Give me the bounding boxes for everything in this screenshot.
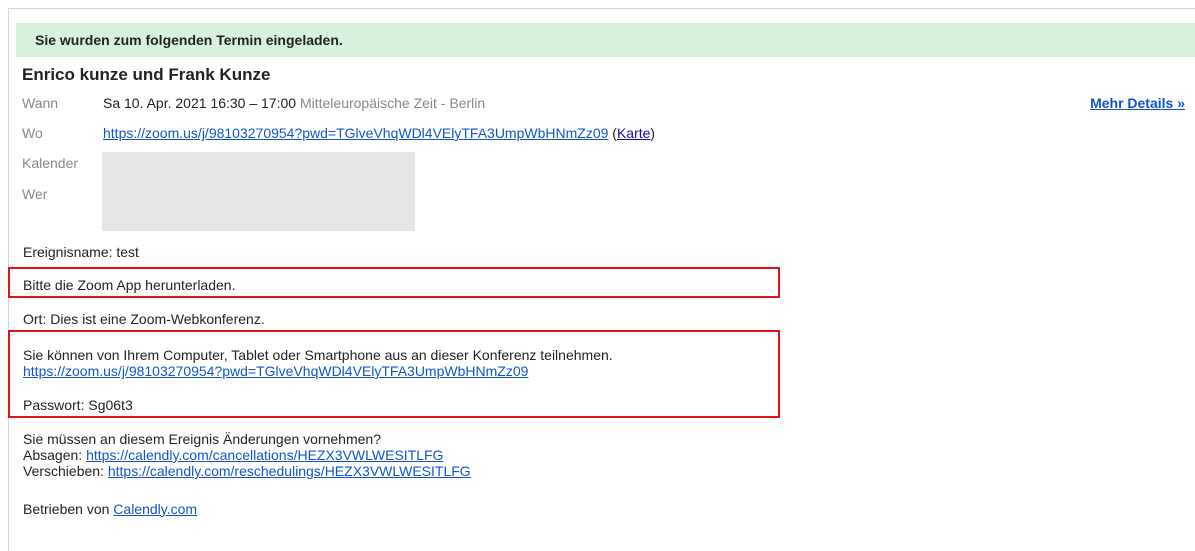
event-name-line: Ereignisname: test [23, 244, 139, 260]
join-text: Sie können von Ihrem Computer, Tablet od… [23, 347, 613, 363]
where-zoom-link[interactable]: https://zoom.us/j/98103270954?pwd=TGlveV… [103, 125, 608, 141]
powered-by-line: Betrieben von Calendly.com [23, 501, 197, 517]
cancel-link[interactable]: https://calendly.com/cancellations/HEZX3… [86, 447, 443, 463]
map-link[interactable]: Karte [617, 125, 650, 141]
redacted-area [102, 152, 415, 231]
reschedule-label: Verschieben: [23, 463, 108, 479]
join-link-line: https://zoom.us/j/98103270954?pwd=TGlveV… [23, 363, 528, 379]
when-timezone: Mitteleuropäische Zeit - Berlin [299, 95, 486, 111]
calendar-label: Kalender [22, 155, 79, 171]
banner-text: Sie wurden zum folgenden Termin eingelad… [35, 32, 343, 48]
who-label: Wer [22, 186, 48, 202]
event-title: Enrico kunze und Frank Kunze [22, 65, 271, 84]
when-datetime: Sa 10. Apr. 2021 16:30 – 17:00 [103, 95, 297, 111]
changes-question: Sie müssen an diesem Ereignis Änderungen… [23, 431, 381, 447]
more-details-link[interactable]: Mehr Details » [1090, 95, 1185, 111]
reschedule-line: Verschieben: https://calendly.com/resche… [23, 463, 471, 479]
powered-label: Betrieben von [23, 501, 114, 517]
download-note: Bitte die Zoom App herunterladen. [23, 277, 236, 293]
where-value: https://zoom.us/j/98103270954?pwd=TGlveV… [103, 125, 655, 141]
calendly-link[interactable]: Calendly.com [113, 501, 197, 517]
location-line: Ort: Dies ist eine Zoom-Webkonferenz. [23, 311, 265, 327]
when-label: Wann [22, 95, 59, 111]
reschedule-link[interactable]: https://calendly.com/reschedulings/HEZX3… [108, 463, 471, 479]
where-label: Wo [22, 125, 43, 141]
cancel-line: Absagen: https://calendly.com/cancellati… [23, 447, 443, 463]
invitation-banner: Sie wurden zum folgenden Termin eingelad… [16, 23, 1195, 57]
map-close-paren: ) [650, 125, 656, 141]
join-zoom-link[interactable]: https://zoom.us/j/98103270954?pwd=TGlveV… [23, 363, 528, 379]
cancel-label: Absagen: [23, 447, 87, 463]
password-line: Passwort: Sg06t3 [23, 397, 133, 413]
when-value: Sa 10. Apr. 2021 16:30 – 17:00 Mitteleur… [103, 95, 485, 111]
